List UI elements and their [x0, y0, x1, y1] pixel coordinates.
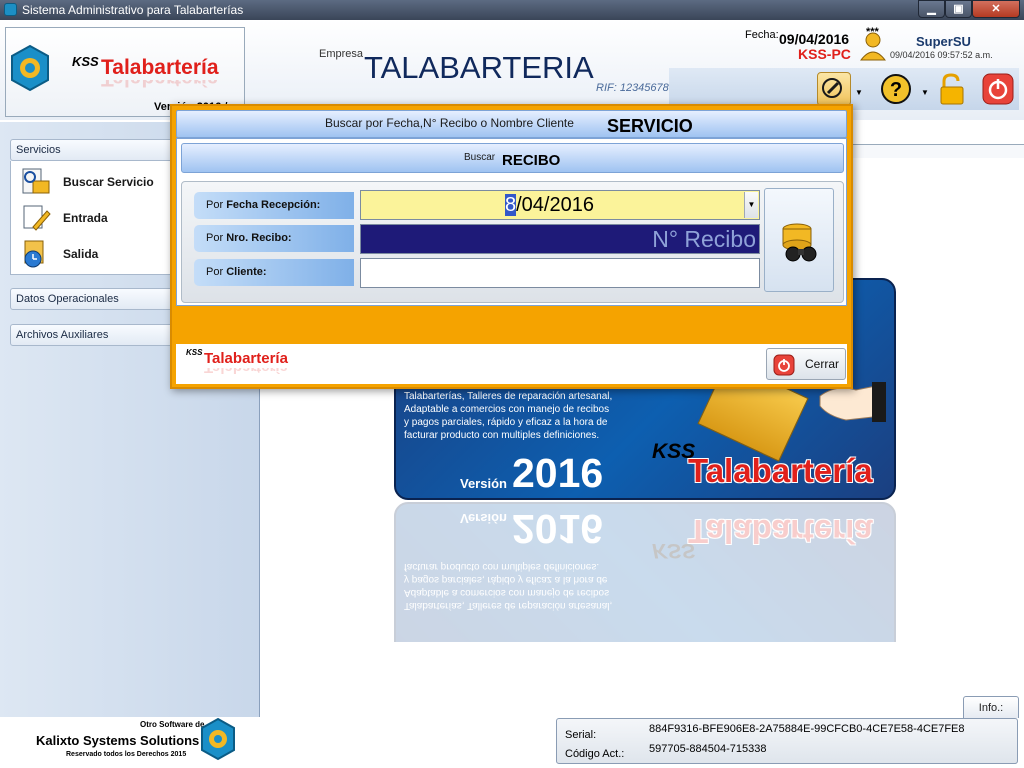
search-receipt-dialog: Buscar por Fecha,N° Recibo o Nombre Clie…	[170, 104, 853, 389]
search-form: Por Fecha Recepción: 8/04/2016 ▼ Por Nro.…	[181, 181, 844, 303]
minimize-button[interactable]: ▁	[918, 0, 945, 18]
footer-product-name: Talabartería	[204, 350, 288, 367]
maximize-button[interactable]: ▣	[945, 0, 972, 18]
nro-field-label: Por Nro. Recibo:	[194, 225, 354, 252]
dialog-footer: KSS Talabartería Talabartería Cerrar	[176, 344, 847, 384]
power-icon	[773, 354, 795, 376]
logo-name: Talabartería	[101, 56, 219, 79]
fecha-label-prefix: Por	[206, 199, 227, 211]
help-dropdown-icon[interactable]: ▼	[921, 88, 929, 97]
splash-reflection: Talabarterías, Talleres de reparación ar…	[394, 502, 896, 642]
fecha-selected-part: 8	[505, 194, 517, 216]
sidebar-item-label: Buscar Servicio	[63, 175, 154, 189]
main-tab-strip	[850, 144, 1024, 158]
reflection-version: 2016	[512, 506, 604, 552]
cliente-field-label: Por Cliente:	[194, 259, 354, 286]
tools-dropdown-icon[interactable]: ▼	[855, 88, 863, 97]
edit-document-icon	[23, 205, 51, 231]
empresa-name: TALABARTERIA	[364, 50, 594, 85]
cliente-label-prefix: Por	[206, 266, 227, 278]
chevron-down-icon[interactable]: ▼	[744, 192, 758, 218]
kss-emblem-icon	[11, 44, 49, 92]
serial-label: Serial:	[565, 729, 597, 741]
section-title: RECIBO	[502, 152, 561, 169]
cliente-input[interactable]	[360, 258, 760, 288]
section-prefix: Buscar	[464, 152, 496, 163]
exit-button[interactable]	[981, 72, 1015, 106]
dialog-subtitle: Buscar por Fecha,N° Recibo o Nombre Clie…	[325, 116, 574, 130]
cliente-label-text: Cliente:	[226, 266, 267, 278]
window-title: Sistema Administrativo para Talabartería…	[22, 3, 244, 17]
rif-label: RIF: 12345678	[596, 82, 669, 94]
vendor-brand: Otro Software de Kalixto Systems Solutio…	[0, 717, 260, 768]
nro-recibo-input[interactable]: N° Recibo	[360, 224, 760, 254]
cerrar-label: Cerrar	[805, 357, 840, 371]
license-panel: Serial: 884F9316-BFE906E8-2A75884E-99CFC…	[556, 718, 1018, 764]
pc-name: KSS-PC	[798, 46, 851, 62]
user-level: ***	[866, 26, 879, 38]
vendor-emblem-icon	[201, 717, 235, 761]
search-button[interactable]	[764, 188, 834, 292]
nro-label-text: Nro. Recibo:	[226, 232, 292, 244]
info-tab[interactable]: Info.:	[963, 696, 1019, 718]
lock-button[interactable]	[935, 72, 969, 106]
vendor-tagline: Otro Software de	[140, 720, 205, 729]
close-window-button[interactable]: ✕	[972, 0, 1020, 18]
fecha-label-text: Fecha Recepción:	[226, 199, 321, 211]
logo-kss: KSS	[72, 54, 99, 69]
splash-description: Talabarterías, Talleres de reparación ar…	[404, 391, 613, 441]
reflection-product-name: Talabartería	[688, 513, 873, 550]
power-icon	[982, 73, 1014, 105]
vendor-rights: Reservado todos los Derechos 2015	[66, 751, 187, 758]
fecha-date-picker[interactable]: 8/04/2016 ▼	[360, 190, 760, 220]
fecha-rest: /04/2016	[516, 194, 594, 216]
dialog-title: SERVICIO	[607, 116, 693, 136]
user-datetime: 09/04/2016 09:57:52 a.m.	[890, 50, 993, 60]
section-header: Buscar RECIBO	[181, 143, 844, 173]
svg-text:?: ?	[890, 79, 902, 101]
tools-button[interactable]	[817, 72, 851, 106]
user-name: SuperSU	[916, 34, 971, 49]
sidebar-item-label: Entrada	[63, 211, 108, 225]
app-icon	[4, 3, 17, 16]
fecha-field-label: Por Fecha Recepción:	[194, 192, 354, 219]
vendor-name: Kalixto Systems Solutions	[36, 733, 200, 748]
footer-reflection: Talabartería	[204, 368, 288, 376]
dialog-body: Buscar RECIBO Por Fecha Recepción: 8/04/…	[176, 138, 847, 306]
reflection-description: Talabarterías, Talleres de reparación ar…	[404, 561, 613, 611]
sidebar-item-label: Salida	[63, 247, 99, 261]
title-bar: Sistema Administrativo para Talabartería…	[0, 0, 1024, 20]
logo-reflection: Talabartería	[101, 80, 219, 90]
unlock-icon	[940, 73, 964, 105]
empresa-label: Empresa	[319, 48, 364, 60]
activation-code-value: 597705-884504-715338	[649, 743, 767, 755]
search-document-icon	[22, 168, 50, 194]
help-icon: ?	[881, 74, 911, 104]
footer-kss: KSS	[186, 348, 203, 357]
database-binoculars-icon	[782, 223, 817, 262]
splash-version-label: Versión	[460, 476, 507, 491]
help-button[interactable]: ?	[879, 72, 913, 106]
wrench-icon	[822, 78, 842, 98]
cerrar-button[interactable]: Cerrar	[766, 348, 846, 380]
serial-value: 884F9316-BFE906E8-2A75884E-99CFCB0-4CE7E…	[649, 723, 965, 735]
reflection-version-label: Versión	[460, 511, 507, 526]
nro-label-prefix: Por	[206, 232, 227, 244]
dialog-header: Buscar por Fecha,N° Recibo o Nombre Clie…	[176, 110, 847, 138]
splash-product-name: Talabartería	[688, 452, 873, 489]
splash-version: 2016	[512, 450, 604, 496]
activation-code-label: Código Act.:	[565, 748, 625, 760]
fecha-label: Fecha:	[745, 29, 779, 41]
fecha-value: 09/04/2016	[779, 31, 850, 47]
folder-clock-icon	[24, 240, 44, 268]
